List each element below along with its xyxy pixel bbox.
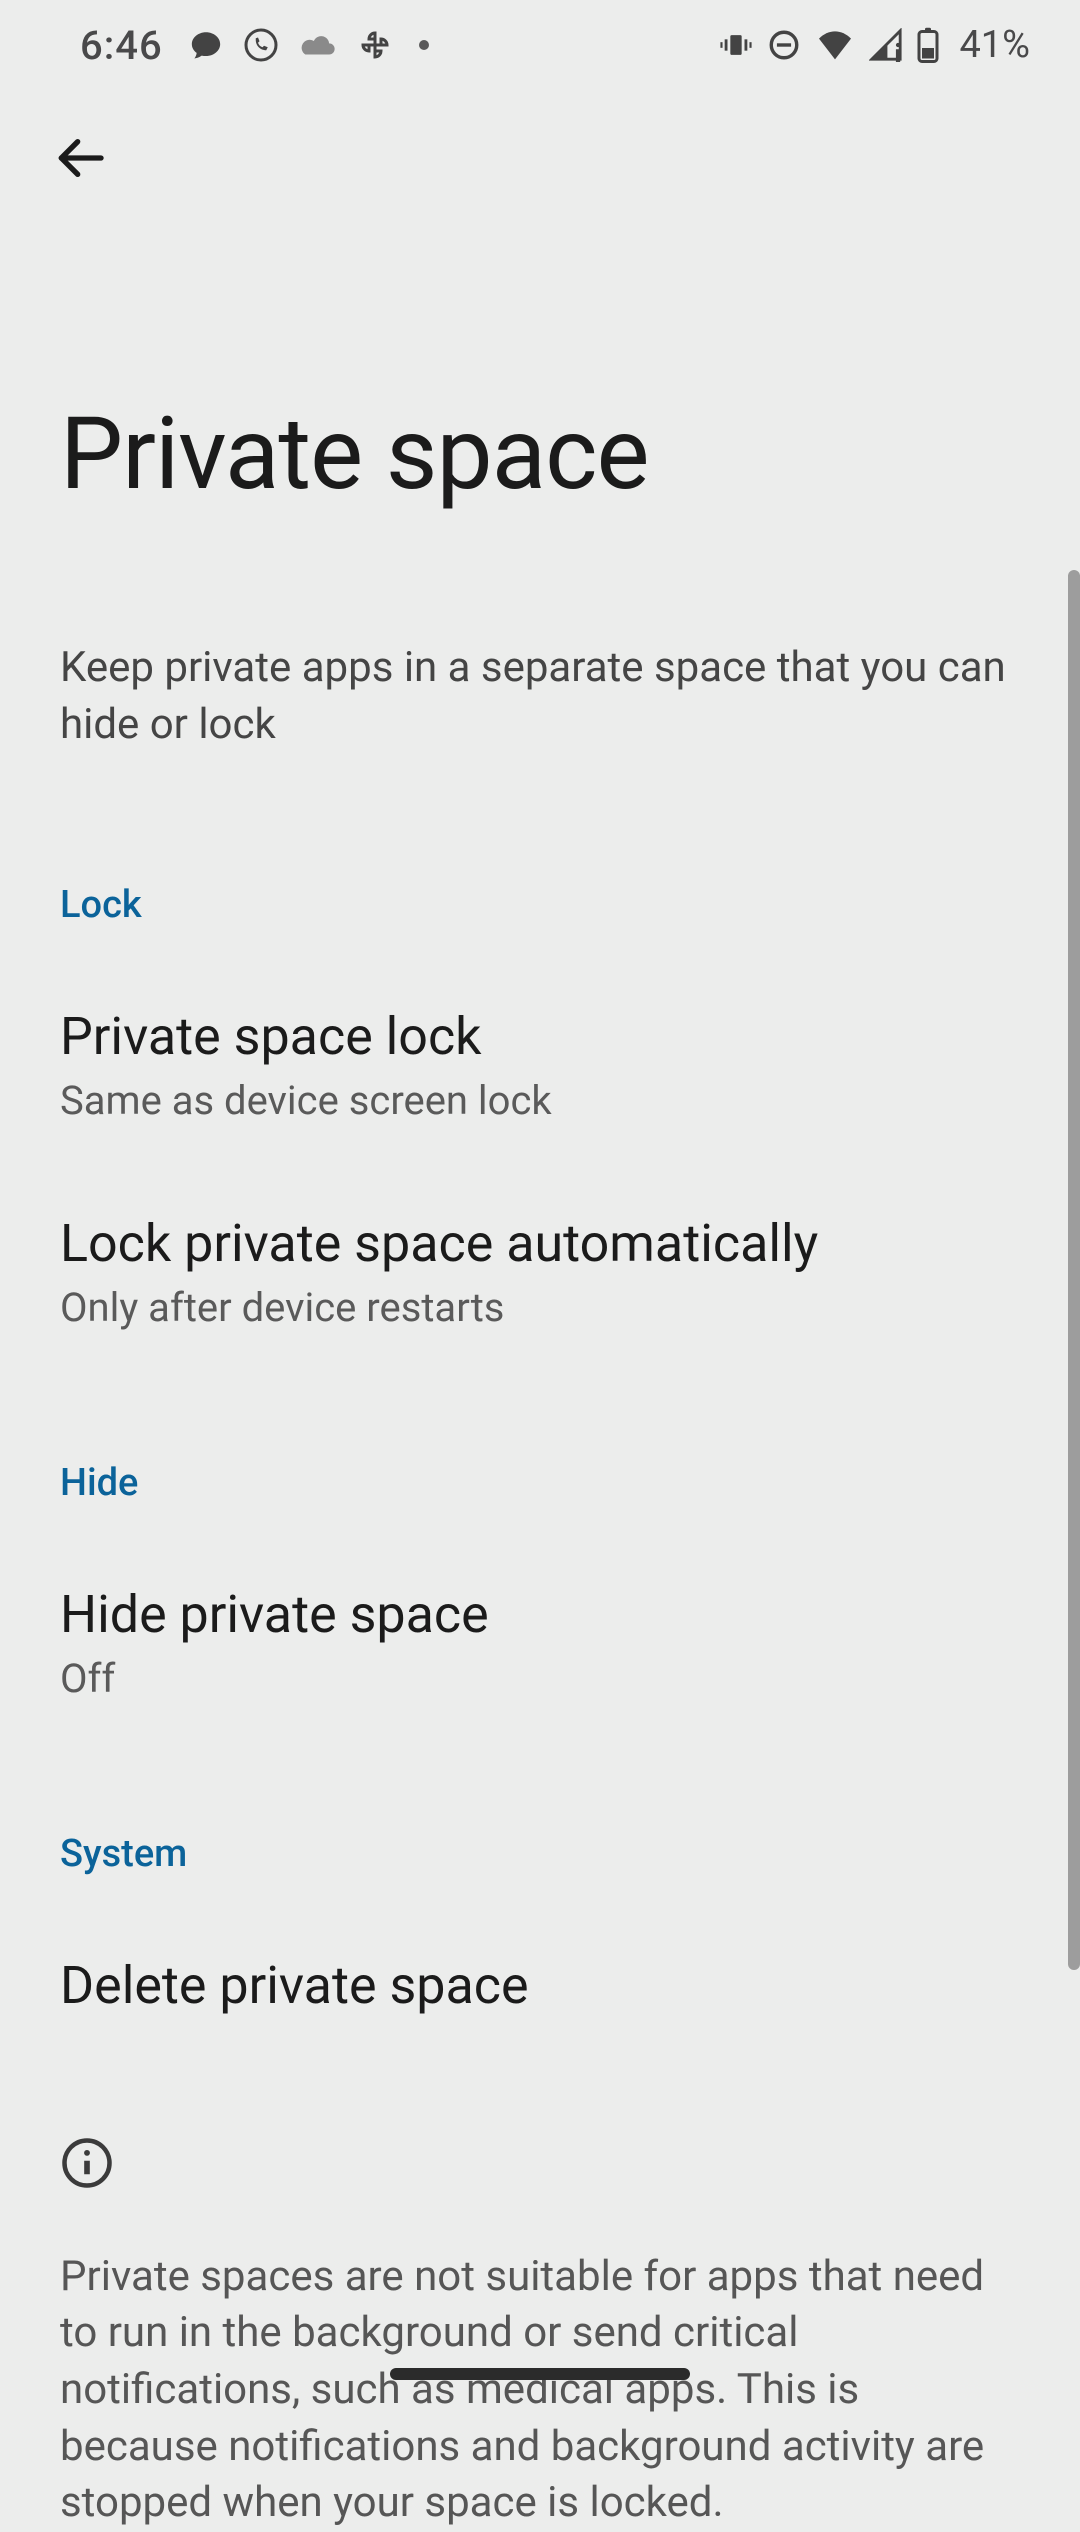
pref-hide-private-space[interactable]: Hide private space Off [60, 1585, 1020, 1702]
scrollbar[interactable] [1068, 570, 1080, 1970]
info-block: Private spaces are not suitable for apps… [0, 2136, 1080, 2532]
status-bar-left: 6:46 [80, 22, 429, 69]
info-icon [60, 2136, 1020, 2194]
section-label-system: System [60, 1832, 1020, 1876]
pref-title: Private space lock [60, 1007, 1020, 1067]
pref-delete-private-space[interactable]: Delete private space [60, 1956, 1020, 2016]
app-bar [0, 90, 1080, 200]
pref-title: Delete private space [60, 1956, 1020, 2016]
info-text: Private spaces are not suitable for apps… [60, 2249, 1020, 2532]
chat-bubble-icon [189, 28, 223, 62]
page-title: Private space [60, 400, 1020, 510]
pref-private-space-lock[interactable]: Private space lock Same as device screen… [60, 1007, 1020, 1124]
pref-lock-automatically[interactable]: Lock private space automatically Only af… [60, 1214, 1020, 1331]
section-label-hide: Hide [60, 1461, 1020, 1505]
status-bar-right: 41% [719, 23, 1030, 67]
cloud-icon [299, 32, 337, 58]
dnd-icon [767, 28, 801, 62]
pref-title: Lock private space automatically [60, 1214, 1020, 1274]
pref-summary: Off [60, 1655, 1020, 1702]
section-hide: Hide Hide private space Off [0, 1461, 1080, 1702]
page-header: Private space Keep private apps in a sep… [0, 200, 1080, 753]
status-bar: 6:46 41% [0, 0, 1080, 90]
gesture-nav-handle[interactable] [390, 2368, 690, 2380]
wifi-icon [815, 29, 855, 61]
pref-summary: Same as device screen lock [60, 1077, 1020, 1124]
vibrate-icon [719, 28, 753, 62]
pref-summary: Only after device restarts [60, 1284, 1020, 1331]
status-time: 6:46 [80, 22, 163, 69]
back-button[interactable] [40, 120, 120, 200]
battery-percentage: 41% [959, 23, 1030, 67]
arrow-back-icon [52, 130, 108, 190]
notification-dot-icon [419, 40, 429, 50]
signal-icon [869, 28, 903, 62]
pinwheel-icon [357, 27, 393, 63]
section-lock: Lock Private space lock Same as device s… [0, 883, 1080, 1331]
whatsapp-icon [243, 27, 279, 63]
section-system: System Delete private space [0, 1832, 1080, 2016]
page-subtitle: Keep private apps in a separate space th… [60, 640, 1020, 753]
section-label-lock: Lock [60, 883, 1020, 927]
pref-title: Hide private space [60, 1585, 1020, 1645]
battery-icon [917, 27, 939, 63]
